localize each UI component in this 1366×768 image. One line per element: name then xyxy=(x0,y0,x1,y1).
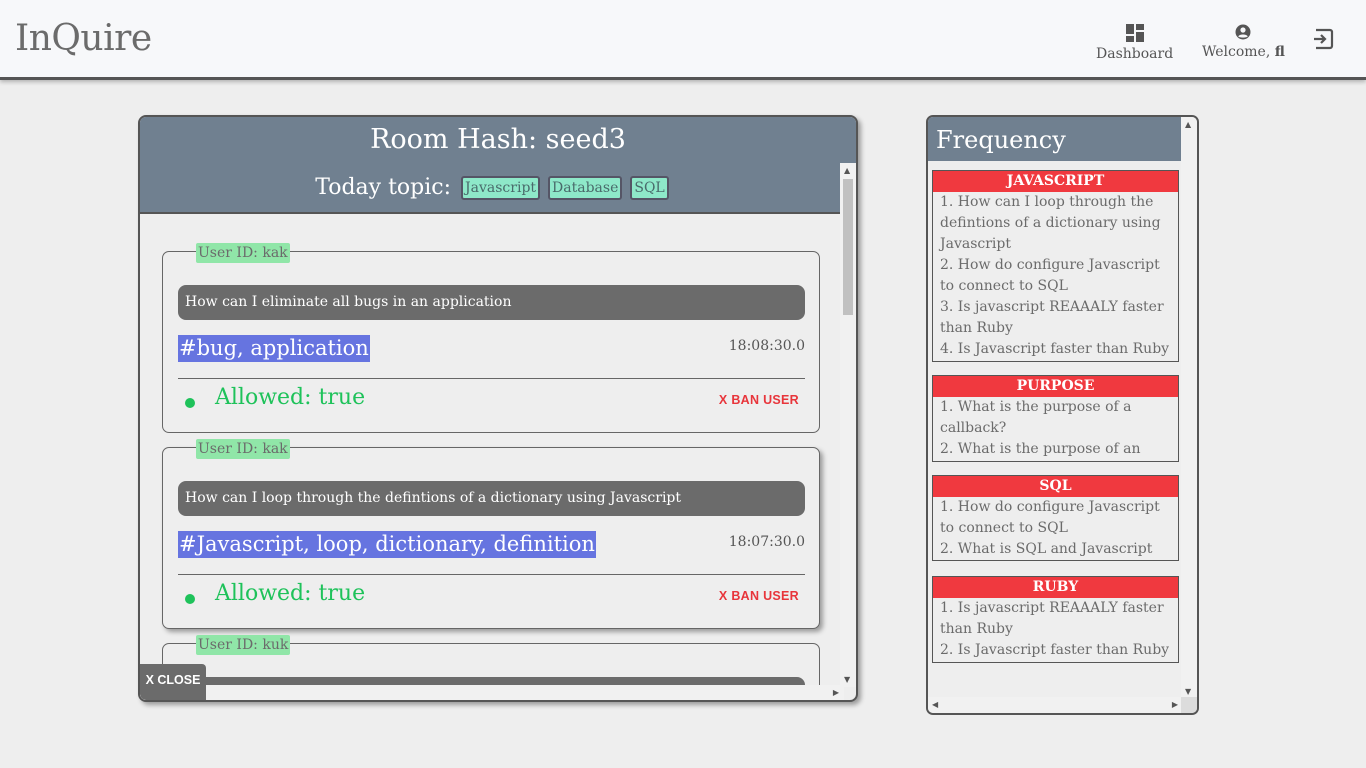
nav-dashboard-label: Dashboard xyxy=(1096,46,1174,62)
group-heading: SQL xyxy=(933,476,1178,497)
question-time: 18:08:30.0 xyxy=(728,338,805,354)
horizontal-scrollbar[interactable]: ▶ xyxy=(140,685,844,700)
scroll-down-icon[interactable]: ▼ xyxy=(844,675,850,684)
frequency-question[interactable]: 2. What is the purpose of an arrow funct… xyxy=(933,439,1178,461)
question-time: 18:07:30.0 xyxy=(728,534,805,550)
scroll-up-icon[interactable]: ▲ xyxy=(844,166,850,175)
question-text: How can I loop through the defintions of… xyxy=(178,481,805,516)
divider xyxy=(178,378,805,379)
topic-chip-database[interactable]: Database xyxy=(548,175,623,200)
frequency-panel: Frequency questions JAVASCRIPT 1. How ca… xyxy=(926,115,1199,715)
allowed-status: Allowed: true xyxy=(215,581,366,606)
nav-dashboard[interactable]: Dashboard xyxy=(1096,24,1173,62)
account-circle-icon xyxy=(1235,24,1251,44)
scroll-down-icon[interactable]: ▼ xyxy=(1185,687,1191,696)
nav-welcome[interactable]: Welcome, fl xyxy=(1202,24,1285,60)
room-panel: Room Hash: seed3 Today topic: Javascript… xyxy=(138,115,858,702)
dashboard-icon xyxy=(1125,24,1144,46)
frequency-question[interactable]: 1. How do configure Javascript to connec… xyxy=(933,497,1178,539)
question-tags: #Javascript, loop, dictionary, definitio… xyxy=(178,531,596,558)
allowed-status: Allowed: true xyxy=(215,385,366,410)
frequency-question[interactable]: 2. What is SQL and Javascript xyxy=(933,539,1178,560)
frequency-question[interactable]: 1. What is the purpose of a callback? xyxy=(933,397,1178,439)
question-text: How can I eliminate all bugs in an appli… xyxy=(178,285,805,320)
divider xyxy=(178,574,805,575)
scrollbar-corner xyxy=(1181,697,1197,713)
frequency-vertical-scrollbar[interactable]: ▲ ▼ xyxy=(1181,117,1197,699)
ban-user-button[interactable]: X BAN USER xyxy=(719,393,799,407)
group-heading: PURPOSE xyxy=(933,376,1178,397)
status-dot-icon xyxy=(185,594,195,604)
topic-chip-javascript[interactable]: Javascript xyxy=(461,175,541,200)
status-dot-icon xyxy=(185,398,195,408)
topic-bar: Today topic: Javascript Database SQL xyxy=(140,163,844,214)
question-card: User ID: kak How can I eliminate all bug… xyxy=(162,243,820,433)
scroll-right-icon[interactable]: ▶ xyxy=(833,688,839,697)
frequency-horizontal-scrollbar[interactable]: ◀ ▶ xyxy=(928,697,1183,713)
scrollbar-thumb[interactable] xyxy=(843,179,853,315)
user-id-badge: User ID: kuk xyxy=(196,635,291,655)
frequency-question[interactable]: 2. Is Javascript faster than Ruby xyxy=(933,640,1178,661)
vertical-scrollbar[interactable]: ▲ ▼ xyxy=(840,163,856,687)
logout-icon xyxy=(1312,28,1334,54)
ban-user-button[interactable]: X BAN USER xyxy=(719,589,799,603)
user-id-badge: User ID: kak xyxy=(196,243,290,263)
frequency-group: PURPOSE 1. What is the purpose of a call… xyxy=(932,375,1179,462)
frequency-question[interactable]: 3. Is javascript REAAALY faster than Rub… xyxy=(933,297,1178,339)
scroll-up-icon[interactable]: ▲ xyxy=(1185,120,1191,129)
frequency-title: Frequency questions xyxy=(928,117,1183,200)
frequency-question[interactable]: 2. How do configure Javascript to connec… xyxy=(933,255,1178,297)
group-heading: RUBY xyxy=(933,577,1178,598)
frequency-group: JAVASCRIPT 1. How can I loop through the… xyxy=(932,170,1179,362)
question-card: User ID: kuk xyxy=(162,635,820,687)
question-card: User ID: kak How can I loop through the … xyxy=(162,439,820,629)
close-room-button[interactable]: X CLOSE xyxy=(140,664,206,700)
frequency-question[interactable]: 1. How can I loop through the defintions… xyxy=(933,192,1178,255)
group-heading: JAVASCRIPT xyxy=(933,171,1178,192)
brand-logo[interactable]: InQuire xyxy=(15,18,152,59)
frequency-question[interactable]: 1. Is javascript REAAALY faster than Rub… xyxy=(933,598,1178,640)
frequency-group: RUBY 1. Is javascript REAAALY faster tha… xyxy=(932,576,1179,663)
welcome-user-name: fl xyxy=(1274,44,1285,60)
topic-chip-sql[interactable]: SQL xyxy=(630,175,669,200)
frequency-group: SQL 1. How do configure Javascript to co… xyxy=(932,475,1179,561)
question-list[interactable]: Today topic: Javascript Database SQL Use… xyxy=(140,163,844,687)
room-title: Room Hash: seed3 xyxy=(140,117,856,163)
question-tags: #bug, application xyxy=(178,335,370,362)
top-bar: InQuire Dashboard Welcome, fl xyxy=(0,0,1366,80)
scroll-right-icon[interactable]: ▶ xyxy=(1172,700,1178,709)
logout-button[interactable] xyxy=(1312,28,1334,54)
welcome-prefix: Welcome, xyxy=(1202,44,1275,60)
topic-label: Today topic: xyxy=(315,175,452,200)
frequency-question[interactable]: 4. Is Javascript faster than Ruby xyxy=(933,339,1178,360)
user-id-badge: User ID: kak xyxy=(196,439,290,459)
scroll-left-icon[interactable]: ◀ xyxy=(932,700,938,709)
